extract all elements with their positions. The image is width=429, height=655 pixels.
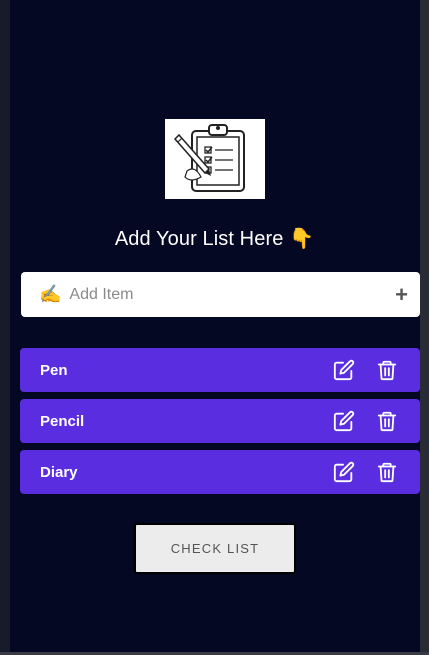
add-icon[interactable]: + xyxy=(395,282,408,308)
edit-icon[interactable] xyxy=(331,408,357,434)
add-item-input[interactable] xyxy=(67,284,396,305)
delete-icon[interactable] xyxy=(374,357,400,383)
items-list: Pen Pencil Diary xyxy=(20,348,420,501)
add-item-field[interactable]: ✍️ + xyxy=(21,272,420,317)
delete-icon[interactable] xyxy=(374,459,400,485)
left-edge xyxy=(0,0,10,655)
item-label: Pen xyxy=(40,361,68,379)
delete-icon[interactable] xyxy=(374,408,400,434)
clipboard-icon xyxy=(173,124,245,192)
writing-hand-icon: ✍️ xyxy=(39,284,62,304)
edit-icon[interactable] xyxy=(331,357,357,383)
item-label: Pencil xyxy=(40,412,85,430)
pointing-down-emoji: 👇 xyxy=(289,228,315,250)
checklist-logo xyxy=(165,119,265,199)
list-item: Diary xyxy=(20,450,420,494)
right-scroll-edge xyxy=(420,0,429,655)
page-title: Add Your List Here 👇 xyxy=(0,226,429,251)
item-label: Diary xyxy=(40,463,78,481)
list-item: Pencil xyxy=(20,399,420,443)
title-text: Add Your List Here xyxy=(114,228,284,250)
check-list-button[interactable]: CHECK LIST xyxy=(134,523,296,574)
edit-icon[interactable] xyxy=(331,459,357,485)
list-item: Pen xyxy=(20,348,420,392)
